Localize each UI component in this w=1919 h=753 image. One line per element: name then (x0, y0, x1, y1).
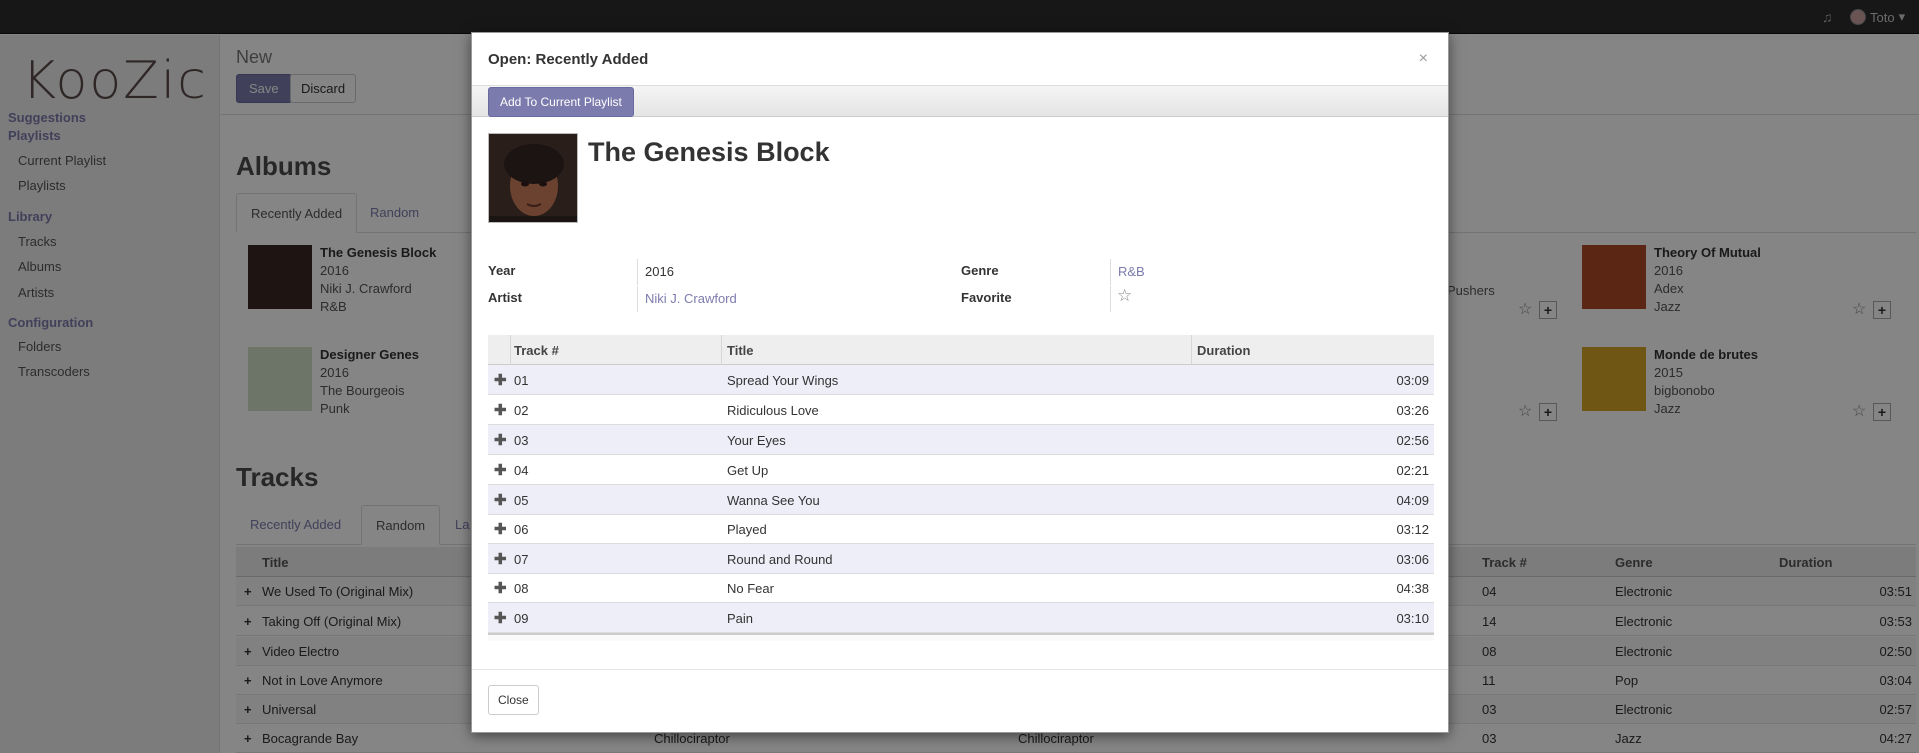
table-row[interactable]: ✚ 03 Your Eyes 02:56 (488, 425, 1434, 455)
genre-link[interactable]: R&B (1118, 264, 1145, 279)
table-row[interactable]: ✚ 06 Played 03:12 (488, 514, 1434, 544)
track-number: 06 (514, 522, 529, 537)
add-to-current-playlist-button[interactable]: Add To Current Playlist (488, 87, 634, 117)
plus-icon[interactable]: ✚ (494, 461, 507, 479)
field-separator (1110, 259, 1111, 285)
track-duration: 04:38 (1396, 581, 1429, 596)
track-number: 03 (514, 433, 529, 448)
track-title: Round and Round (727, 552, 833, 567)
track-duration: 02:21 (1396, 463, 1429, 478)
table-row[interactable]: ✚ 05 Wanna See You 04:09 (488, 485, 1434, 515)
column-separator (1191, 335, 1192, 365)
table-header: Track # Title Duration (488, 335, 1434, 365)
plus-icon[interactable]: ✚ (494, 491, 507, 509)
plus-icon[interactable]: ✚ (494, 579, 507, 597)
dialog-title: Open: Recently Added (488, 51, 649, 68)
genre-label: Genre (961, 263, 999, 278)
year-label: Year (488, 263, 516, 278)
plus-icon[interactable]: ✚ (494, 550, 507, 568)
artist-label: Artist (488, 290, 522, 305)
column-separator (721, 335, 722, 365)
track-title: Get Up (727, 463, 769, 478)
track-title: Wanna See You (727, 493, 820, 508)
track-number: 04 (514, 463, 529, 478)
track-duration: 02:56 (1396, 433, 1429, 448)
track-number: 02 (514, 403, 529, 418)
track-title: Played (727, 522, 767, 537)
field-separator (1110, 286, 1111, 312)
table-row[interactable]: ✚ 04 Get Up 02:21 (488, 455, 1434, 485)
plus-icon[interactable]: ✚ (494, 520, 507, 538)
track-duration: 03:26 (1396, 403, 1429, 418)
field-separator (637, 259, 638, 285)
album-dialog: Open: Recently Added × Add To Current Pl… (471, 32, 1449, 733)
track-number: 08 (514, 581, 529, 596)
plus-icon[interactable]: ✚ (494, 371, 507, 389)
year-value: 2016 (645, 264, 674, 279)
favorite-label: Favorite (961, 290, 1012, 305)
artist-link[interactable]: Niki J. Crawford (645, 291, 737, 306)
close-icon[interactable]: × (1419, 50, 1428, 68)
table-footer (488, 633, 1434, 641)
track-title: Your Eyes (727, 433, 786, 448)
plus-icon[interactable]: ✚ (494, 401, 507, 419)
dialog-button-bar: Add To Current Playlist (472, 85, 1448, 117)
table-row[interactable]: ✚ 08 No Fear 04:38 (488, 573, 1434, 603)
table-row[interactable]: ✚ 07 Round and Round 03:06 (488, 544, 1434, 574)
track-title: Pain (727, 611, 754, 626)
track-number: 07 (514, 552, 529, 567)
table-row[interactable]: ✚ 01 Spread Your Wings 03:09 (488, 365, 1434, 395)
track-number: 01 (514, 373, 529, 388)
track-title: No Fear (727, 581, 774, 596)
column-separator (510, 335, 511, 365)
table-row[interactable]: ✚ 09 Pain 03:10 (488, 603, 1434, 633)
track-duration: 04:09 (1396, 493, 1429, 508)
track-duration: 03:09 (1396, 373, 1429, 388)
dialog-footer: Close (472, 669, 1448, 733)
plus-icon[interactable]: ✚ (494, 431, 507, 449)
track-duration: 03:12 (1396, 522, 1429, 537)
album-title: The Genesis Block (588, 137, 830, 167)
track-title: Ridiculous Love (727, 403, 819, 418)
table-row[interactable]: ✚ 02 Ridiculous Love 03:26 (488, 395, 1434, 425)
track-number: 09 (514, 611, 529, 626)
album-cover-image (488, 133, 578, 223)
field-separator (637, 286, 638, 312)
col-track-number[interactable]: Track # (514, 343, 559, 358)
plus-icon[interactable]: ✚ (494, 609, 507, 627)
track-duration: 03:10 (1396, 611, 1429, 626)
close-button[interactable]: Close (488, 685, 539, 715)
track-number: 05 (514, 493, 529, 508)
favorite-star-icon[interactable]: ☆ (1117, 286, 1132, 306)
track-title: Spread Your Wings (727, 373, 839, 388)
col-duration[interactable]: Duration (1197, 343, 1250, 358)
track-duration: 03:06 (1396, 552, 1429, 567)
col-title[interactable]: Title (727, 343, 754, 358)
